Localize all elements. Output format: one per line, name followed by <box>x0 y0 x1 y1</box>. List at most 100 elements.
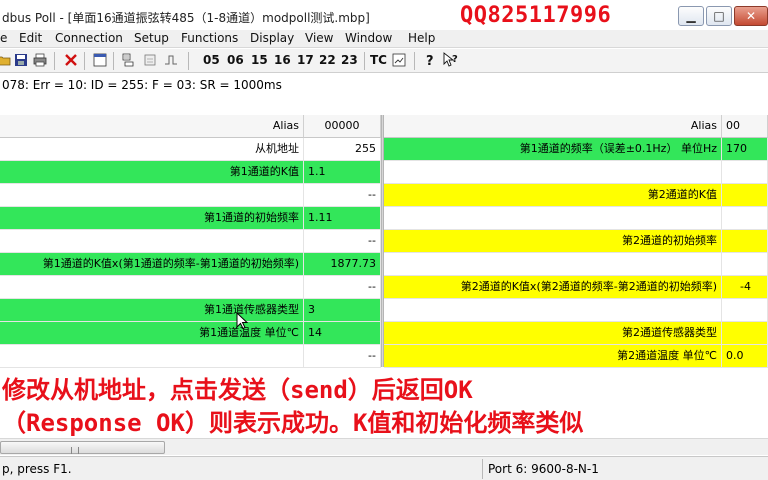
toolbar-separator <box>414 52 415 70</box>
mouse-cursor-icon <box>236 311 249 333</box>
left-value-cell[interactable]: -- <box>304 276 381 299</box>
right-value-cell[interactable] <box>722 161 768 184</box>
menu-bar: e Edit Connection Setup Functions Displa… <box>0 30 768 48</box>
right-alias-cell[interactable]: 第2通道传感器类型 <box>384 322 722 345</box>
fc-06-button[interactable]: 06 <box>227 53 244 67</box>
left-alias-cell[interactable] <box>0 276 304 299</box>
print-icon[interactable] <box>32 52 48 68</box>
fc-22-button[interactable]: 22 <box>319 53 336 67</box>
right-header-value[interactable]: 00 <box>722 115 768 138</box>
write-icon[interactable] <box>142 52 158 68</box>
monitor-icon[interactable] <box>391 52 407 68</box>
left-value-cell[interactable]: 1877.73 <box>304 253 381 276</box>
toolbar-separator <box>54 52 55 70</box>
right-alias-cell[interactable] <box>384 207 722 230</box>
minimize-icon: ▁ <box>686 9 696 23</box>
save-icon[interactable] <box>13 52 29 68</box>
left-alias-cell[interactable] <box>0 345 304 368</box>
left-value-cell[interactable]: 1.11 <box>304 207 381 230</box>
left-alias-cell[interactable] <box>0 230 304 253</box>
menu-window[interactable]: Window <box>345 31 392 45</box>
left-alias-cell[interactable]: 第1通道的初始频率 <box>0 207 304 230</box>
pulse-icon[interactable] <box>163 52 179 68</box>
right-alias-cell[interactable]: 第2通道的K值x(第2通道的频率-第2通道的初始频率) <box>384 276 722 299</box>
menu-view[interactable]: View <box>305 31 333 45</box>
right-value-cell[interactable] <box>722 299 768 322</box>
right-value-cell[interactable] <box>722 230 768 253</box>
toolbar-separator <box>188 52 189 70</box>
help-icon[interactable]: ? <box>422 52 438 68</box>
menu-display[interactable]: Display <box>250 31 294 45</box>
toolbar: 05 06 15 16 17 22 23 TC ? ? <box>0 49 768 73</box>
left-alias-cell[interactable]: 第1通道温度 单位℃ <box>0 322 304 345</box>
left-header-alias[interactable]: Alias <box>0 115 304 138</box>
right-value-cell[interactable]: 170 <box>722 138 768 161</box>
close-icon: ✕ <box>745 9 757 23</box>
menu-setup[interactable]: Setup <box>134 31 169 45</box>
svg-text:?: ? <box>426 54 434 67</box>
register-grid: Alias 00000 Alias 00 从机地址 255 第1通道的K值 1.… <box>0 115 768 368</box>
fc-16-button[interactable]: 16 <box>274 53 291 67</box>
svg-text:?: ? <box>452 54 458 65</box>
fc-05-button[interactable]: 05 <box>203 53 220 67</box>
status-port-text: Port 6: 9600-8-N-1 <box>488 462 599 476</box>
window-title: dbus Poll - [单面16通道振弦转485（1-8通道）modpoll测… <box>2 11 370 25</box>
status-bar: p, press F1. Port 6: 9600-8-N-1 <box>0 456 768 480</box>
fc-15-button[interactable]: 15 <box>251 53 268 67</box>
tc-button[interactable]: TC <box>370 53 387 67</box>
maximize-icon: □ <box>713 9 725 23</box>
menu-file[interactable]: e <box>0 31 7 45</box>
right-value-cell[interactable] <box>722 253 768 276</box>
left-value-cell[interactable]: -- <box>304 345 381 368</box>
left-alias-cell[interactable]: 第1通道的K值x(第1通道的频率-第1通道的初始频率) <box>0 253 304 276</box>
right-value-cell[interactable]: 0.0 <box>722 345 768 368</box>
left-value-cell[interactable]: -- <box>304 184 381 207</box>
horizontal-scrollbar[interactable] <box>0 438 768 455</box>
left-alias-cell[interactable]: 第1通道的K值 <box>0 161 304 184</box>
left-header-value[interactable]: 00000 <box>304 115 381 138</box>
toolbar-separator <box>113 52 114 70</box>
left-value-cell[interactable]: 255 <box>304 138 381 161</box>
maximize-button[interactable]: □ <box>706 6 732 26</box>
left-value-cell[interactable]: 3 <box>304 299 381 322</box>
toolbar-separator <box>364 52 365 70</box>
left-value-cell[interactable]: 1.1 <box>304 161 381 184</box>
fc-17-button[interactable]: 17 <box>297 53 314 67</box>
context-help-icon[interactable]: ? <box>443 52 459 68</box>
menu-connection[interactable]: Connection <box>55 31 123 45</box>
poll-status-line: 078: Err = 10: ID = 255: F = 03: SR = 10… <box>2 78 282 92</box>
toolbar-separator <box>84 52 85 70</box>
right-value-cell[interactable]: -4 <box>722 276 768 299</box>
subtitle-line-1: 修改从机地址，点击发送（send）后返回OK <box>2 376 473 404</box>
folder-icon[interactable] <box>0 52 12 68</box>
window-icon[interactable] <box>92 52 108 68</box>
right-value-cell[interactable] <box>722 207 768 230</box>
right-alias-cell[interactable] <box>384 253 722 276</box>
right-value-cell[interactable] <box>722 322 768 345</box>
left-alias-cell[interactable]: 从机地址 <box>0 138 304 161</box>
minimize-button[interactable]: ▁ <box>678 6 704 26</box>
scrollbar-thumb[interactable] <box>0 441 165 454</box>
window-controls: ▁ □ ✕ <box>676 6 768 26</box>
menu-help[interactable]: Help <box>408 31 435 45</box>
right-alias-cell[interactable]: 第2通道温度 单位℃ <box>384 345 722 368</box>
left-alias-cell[interactable] <box>0 184 304 207</box>
right-alias-cell[interactable] <box>384 299 722 322</box>
right-value-cell[interactable] <box>722 184 768 207</box>
right-alias-cell[interactable]: 第2通道的初始频率 <box>384 230 722 253</box>
right-alias-cell[interactable] <box>384 161 722 184</box>
left-value-cell[interactable]: 14 <box>304 322 381 345</box>
fc-23-button[interactable]: 23 <box>341 53 358 67</box>
menu-edit[interactable]: Edit <box>19 31 42 45</box>
title-bar: dbus Poll - [单面16通道振弦转485（1-8通道）modpoll测… <box>0 0 768 30</box>
delete-icon[interactable] <box>63 52 79 68</box>
subtitle-line-2: （Response OK）则表示成功。K值和初始化频率类似 <box>2 409 584 437</box>
menu-functions[interactable]: Functions <box>181 31 238 45</box>
right-alias-cell[interactable]: 第1通道的频率（误差±0.1Hz） 单位Hz <box>384 138 722 161</box>
left-value-cell[interactable]: -- <box>304 230 381 253</box>
right-alias-cell[interactable]: 第2通道的K值 <box>384 184 722 207</box>
right-header-alias[interactable]: Alias <box>384 115 722 138</box>
close-button[interactable]: ✕ <box>734 6 768 26</box>
left-alias-cell[interactable]: 第1通道传感器类型 <box>0 299 304 322</box>
read-icon[interactable] <box>120 52 136 68</box>
